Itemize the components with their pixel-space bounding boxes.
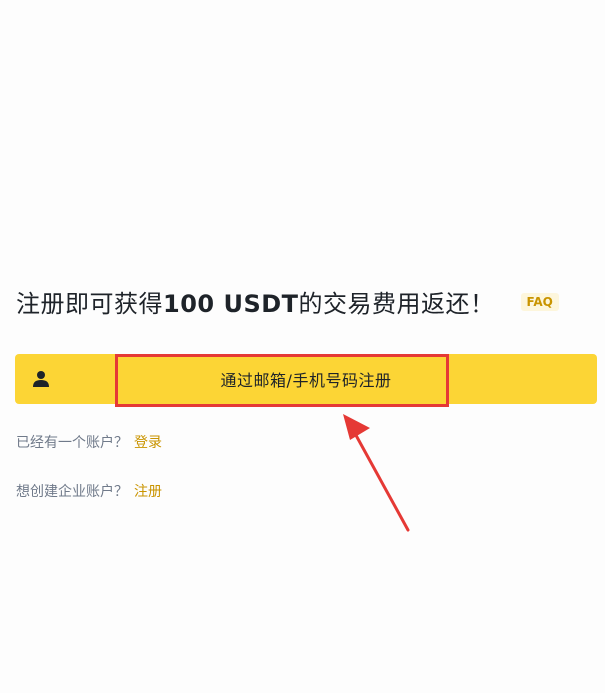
arrow-head: [343, 414, 370, 440]
login-prompt: 已经有一个账户？ 登录: [16, 432, 162, 452]
user-icon: [33, 371, 49, 387]
headline-suffix: 的交易费用返还！: [298, 290, 495, 318]
enterprise-prompt-text: 想创建企业账户？: [16, 484, 128, 500]
arrow-shaft: [350, 426, 410, 532]
headline-row: 注册即可获得100 USDT的交易费用返还！ FAQ: [16, 284, 559, 319]
faq-link[interactable]: FAQ: [520, 292, 559, 311]
register-email-phone-button[interactable]: 通过邮箱/手机号码注册: [15, 354, 597, 404]
enterprise-register-link[interactable]: 注册: [134, 484, 162, 500]
page-title: 注册即可获得100 USDT的交易费用返还！: [16, 284, 495, 319]
annotation-arrow: [343, 414, 410, 532]
register-button-label: 通过邮箱/手机号码注册: [220, 371, 392, 390]
headline-prefix: 注册即可获得: [16, 290, 163, 318]
login-link[interactable]: 登录: [134, 435, 162, 451]
enterprise-prompt: 想创建企业账户？ 注册: [16, 481, 162, 501]
login-prompt-text: 已经有一个账户？: [16, 435, 128, 451]
headline-highlight: 100 USDT: [163, 290, 299, 318]
registration-page: 注册即可获得100 USDT的交易费用返还！ FAQ 通过邮箱/手机号码注册 已…: [0, 0, 605, 693]
